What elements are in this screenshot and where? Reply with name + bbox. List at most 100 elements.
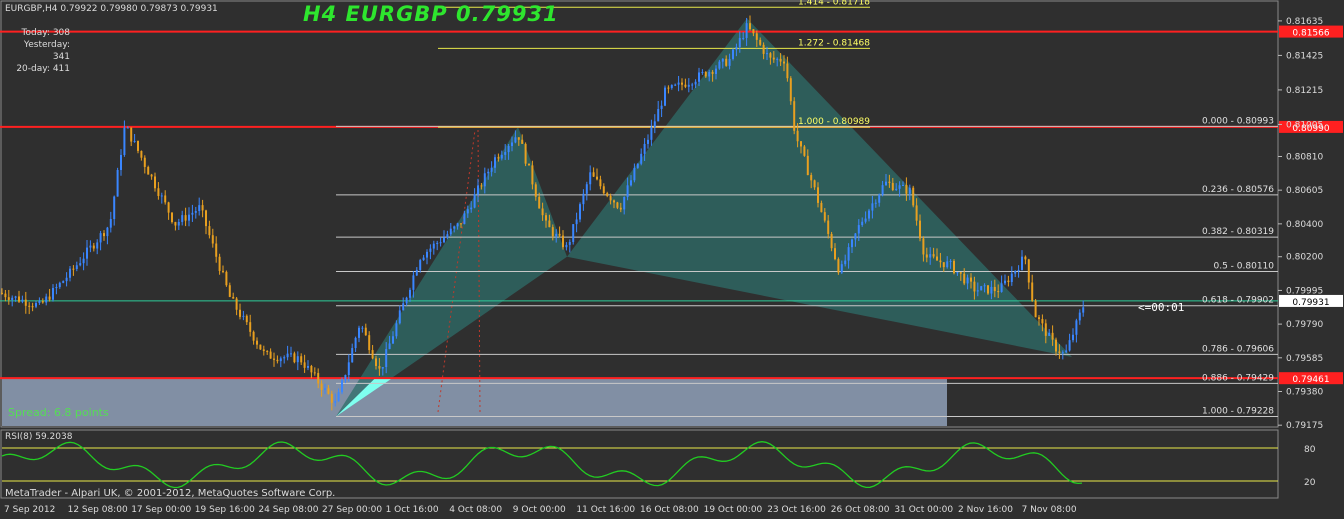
candle-body xyxy=(239,309,241,317)
candle-body xyxy=(198,205,201,212)
price-chart[interactable]: 0.000 - 0.80993 0.236 - 0.80576 0.382 - 0.… xyxy=(0,0,1344,519)
stat-20day: 20-day: 411 xyxy=(16,64,70,74)
candle-body xyxy=(589,172,592,185)
candle-body xyxy=(283,357,286,359)
candle-body xyxy=(28,305,31,307)
candle-body xyxy=(521,139,524,144)
candle-body xyxy=(439,242,442,244)
candle-body xyxy=(973,281,976,292)
candle-body xyxy=(208,226,211,236)
candle-body xyxy=(147,166,150,175)
candle-body xyxy=(643,143,646,154)
candle-body xyxy=(647,139,649,144)
candle-body xyxy=(103,233,105,237)
candle-body xyxy=(409,289,411,298)
candle-body xyxy=(232,296,235,299)
candle-body xyxy=(228,285,231,297)
candle-body xyxy=(494,157,496,168)
candle-body xyxy=(415,269,418,276)
candle-body xyxy=(919,220,921,239)
candle-body xyxy=(358,327,360,338)
candle-body xyxy=(191,212,194,215)
candle-body xyxy=(881,185,884,195)
candle-body xyxy=(932,254,935,257)
candle-body xyxy=(922,238,925,255)
candle-body xyxy=(249,322,252,332)
candle-body xyxy=(783,61,785,64)
candle-body xyxy=(303,362,306,368)
candle-body xyxy=(89,245,92,248)
candle-body xyxy=(626,185,629,197)
candle-body xyxy=(667,87,670,89)
candle-body xyxy=(670,85,673,88)
candle-body xyxy=(616,202,619,208)
candle-body xyxy=(218,256,221,271)
candle-body xyxy=(106,227,109,237)
candle-body xyxy=(154,176,156,189)
fib-retracement-label: 0.786 - 0.79606 xyxy=(1202,344,1274,354)
candle-body xyxy=(320,383,323,390)
candle-body xyxy=(1048,332,1051,336)
candle-body xyxy=(296,356,299,363)
candle-body xyxy=(803,146,806,156)
candle-body xyxy=(738,37,741,48)
candle-body xyxy=(140,150,143,158)
candle-body xyxy=(215,243,218,257)
candle-body xyxy=(188,214,190,221)
candle-body xyxy=(72,268,75,270)
candle-body xyxy=(266,350,269,352)
candle-body xyxy=(711,71,714,74)
rsi-axis-label: 80 xyxy=(1304,445,1316,455)
time-tick-label: 7 Nov 08:00 xyxy=(1022,505,1077,515)
candle-body xyxy=(507,146,510,153)
candle-body xyxy=(1034,300,1037,318)
candle-body xyxy=(779,58,782,62)
candle-body xyxy=(432,243,435,249)
candle-body xyxy=(361,327,364,329)
candle-body xyxy=(885,181,887,186)
candle-body xyxy=(286,353,289,358)
candle-body xyxy=(426,251,428,258)
candle-body xyxy=(157,188,160,196)
candle-body xyxy=(242,315,245,317)
candle-body xyxy=(725,58,728,66)
candle-body xyxy=(623,196,626,210)
candle-body xyxy=(585,184,588,194)
candle-body xyxy=(936,256,938,261)
price-tick-label: 0.80400 xyxy=(1286,220,1323,230)
candle-body xyxy=(1004,280,1006,284)
candle-body xyxy=(837,259,840,273)
candle-body xyxy=(392,336,394,344)
candle-body xyxy=(810,175,813,181)
candle-body xyxy=(776,58,779,60)
time-tick-label: 19 Oct 00:00 xyxy=(704,505,763,515)
candle-body xyxy=(477,185,479,195)
candle-body xyxy=(925,254,928,258)
candle-body xyxy=(980,286,983,291)
candle-body xyxy=(1075,320,1078,335)
candle-body xyxy=(307,365,309,368)
time-tick-label: 9 Oct 00:00 xyxy=(513,505,566,515)
candle-body xyxy=(14,296,17,298)
candle-body xyxy=(497,157,500,159)
candle-body xyxy=(742,37,745,39)
candle-body xyxy=(201,205,204,211)
candle-body xyxy=(1010,273,1013,283)
candle-body xyxy=(1027,259,1030,283)
candle-body xyxy=(225,271,228,286)
candle-body xyxy=(596,176,598,180)
fib-extension-label: 1.272 - 0.81468 xyxy=(798,38,870,48)
candle-body xyxy=(500,154,503,159)
candle-body xyxy=(827,220,830,234)
candle-body xyxy=(1055,339,1057,352)
candle-body xyxy=(456,223,459,227)
time-tick-label: 17 Sep 00:00 xyxy=(131,505,191,515)
price-tick-label: 0.79995 xyxy=(1286,286,1323,296)
candle-body xyxy=(844,260,847,265)
rsi-axis-label: 20 xyxy=(1304,478,1316,488)
price-tick-label: 0.79585 xyxy=(1286,354,1323,364)
candle-body xyxy=(895,188,898,190)
candle-body xyxy=(402,303,405,311)
candle-body xyxy=(463,213,466,225)
candle-body xyxy=(310,365,313,373)
